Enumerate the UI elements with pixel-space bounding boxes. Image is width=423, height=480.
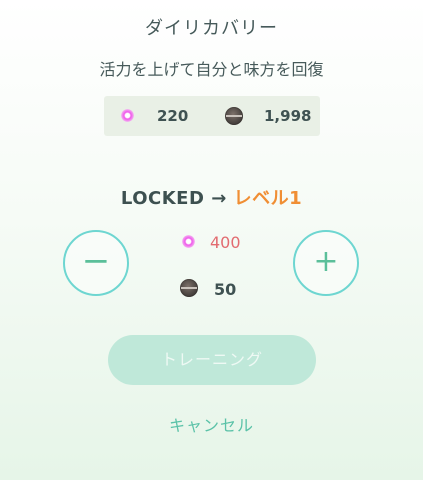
candy-icon <box>225 107 243 125</box>
candy-cost: 50 <box>214 280 237 299</box>
level-from: LOCKED <box>120 188 205 209</box>
level-change-title: LOCKED → レベル1 <box>0 184 423 210</box>
decrease-button[interactable]: − <box>63 230 129 296</box>
move-description: 活力を上げて自分と味方を回復 <box>99 60 324 79</box>
stardust-cost: 400 <box>210 233 241 252</box>
candy-balance: 1,998 <box>264 107 312 125</box>
move-name: ダイリカバリー <box>145 18 278 39</box>
stardust-icon <box>121 109 134 122</box>
train-button[interactable]: トレーニング <box>108 335 316 385</box>
arrow-icon: → <box>211 188 227 209</box>
candy-cost-icon <box>180 279 198 297</box>
resource-panel: 220 1,998 <box>104 96 320 136</box>
increase-button[interactable]: + <box>293 230 359 296</box>
level-to: レベル1 <box>233 188 303 209</box>
minus-icon: − <box>81 241 111 281</box>
cancel-button[interactable]: キャンセル <box>0 412 423 436</box>
stardust-cost-icon <box>182 235 195 248</box>
plus-icon: + <box>313 244 339 279</box>
stardust-balance: 220 <box>157 107 189 125</box>
